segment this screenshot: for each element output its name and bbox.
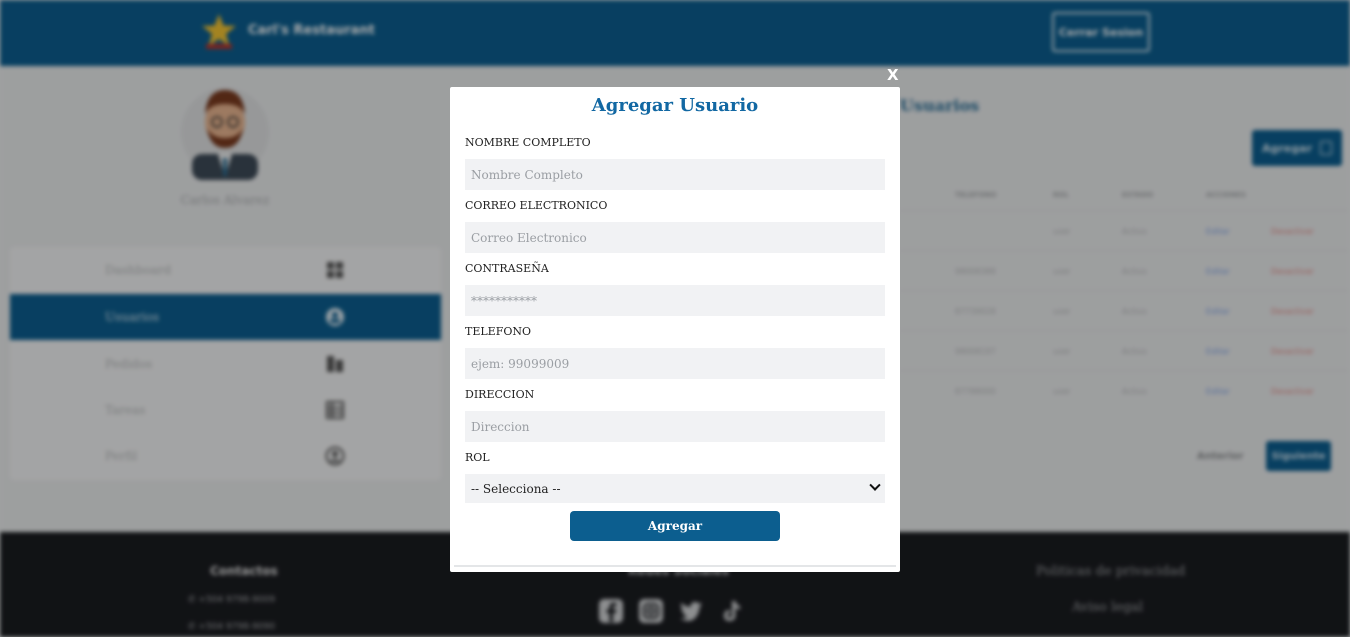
rol-label: ROL <box>465 451 490 464</box>
telefono-label: TELEFONO <box>465 325 531 338</box>
submit-add-user-button[interactable]: Agregar <box>570 511 780 541</box>
correo-label: CORREO ELECTRONICO <box>465 199 608 212</box>
modal-divider <box>454 565 896 567</box>
add-user-modal: Agregar Usuario NOMBRE COMPLETO CORREO E… <box>450 87 900 572</box>
chevron-down-icon <box>869 479 881 491</box>
close-modal-button[interactable]: X <box>887 66 899 84</box>
direccion-label: DIRECCION <box>465 388 535 401</box>
rol-selected-value: -- Selecciona -- <box>471 481 561 496</box>
correo-input[interactable] <box>465 222 885 253</box>
rol-select[interactable]: -- Selecciona -- <box>465 474 885 503</box>
nombre-input[interactable] <box>465 159 885 190</box>
password-label: CONTRASEÑA <box>465 262 549 275</box>
telefono-input[interactable] <box>465 348 885 379</box>
modal-title: Agregar Usuario <box>591 95 759 116</box>
nombre-label: NOMBRE COMPLETO <box>465 136 591 149</box>
password-input[interactable] <box>465 285 885 316</box>
direccion-input[interactable] <box>465 411 885 442</box>
